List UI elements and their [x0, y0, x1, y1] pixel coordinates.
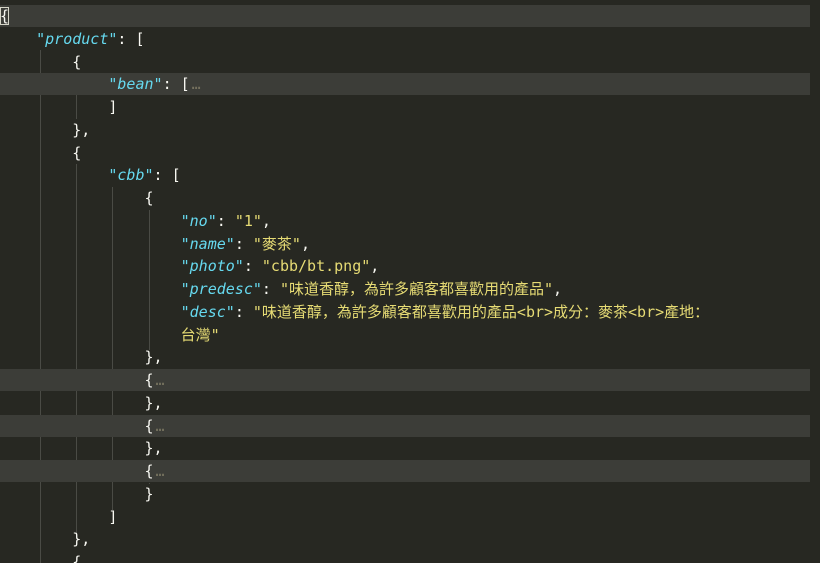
json-punctuation	[0, 75, 108, 93]
json-string: "麥茶"	[252, 234, 301, 253]
code-line[interactable]: },	[0, 119, 810, 141]
fold-marker-icon[interactable]: …	[156, 417, 165, 435]
code-line[interactable]: },	[0, 437, 810, 459]
code-line[interactable]: {	[0, 51, 810, 73]
json-punctuation: ]	[0, 98, 118, 116]
json-punctuation	[0, 257, 181, 275]
json-punctuation: :	[261, 280, 280, 298]
json-punctuation: },	[0, 393, 163, 412]
json-punctuation: {	[0, 416, 154, 435]
code-line[interactable]: },	[0, 392, 810, 414]
json-key: "cbb"	[108, 166, 154, 185]
code-line[interactable]: {…	[0, 460, 810, 482]
json-key: "bean"	[108, 75, 163, 94]
json-punctuation	[0, 30, 36, 48]
code-line[interactable]: {	[0, 551, 810, 563]
json-key: "desc"	[180, 302, 235, 321]
json-punctuation: : [	[153, 166, 181, 185]
fold-marker-icon[interactable]: …	[156, 371, 165, 389]
json-punctuation: ,	[553, 280, 563, 298]
json-punctuation: : [	[162, 75, 190, 94]
json-punctuation	[0, 326, 181, 344]
json-punctuation: {	[0, 7, 10, 25]
json-string: "味道香醇，為許多顧客都喜歡用的產品"	[279, 280, 554, 298]
json-key: "name"	[180, 234, 235, 253]
json-punctuation: :	[234, 302, 253, 321]
json-punctuation: {	[0, 553, 82, 563]
code-line[interactable]: {…	[0, 414, 810, 437]
scrollbar-gutter[interactable]	[810, 0, 820, 563]
code-line[interactable]: },	[0, 346, 810, 368]
json-punctuation	[0, 303, 181, 321]
code-line[interactable]: "bean": […	[0, 73, 810, 96]
json-punctuation: {	[0, 189, 154, 207]
json-punctuation: {	[0, 371, 154, 389]
code-line[interactable]: },	[0, 528, 810, 550]
code-line[interactable]: "predesc": "味道香醇，為許多顧客都喜歡用的產品",	[0, 278, 810, 300]
json-punctuation: {	[0, 52, 82, 71]
json-punctuation: ,	[370, 257, 380, 276]
json-key: "photo"	[180, 257, 244, 276]
code-line[interactable]: {…	[0, 369, 810, 391]
json-punctuation	[0, 235, 181, 253]
json-punctuation: {	[0, 462, 154, 480]
json-punctuation: :	[243, 257, 262, 276]
code-line[interactable]: "photo": "cbb/bt.png",	[0, 255, 810, 277]
json-punctuation: }	[0, 484, 154, 503]
json-punctuation: },	[0, 120, 91, 139]
code-line[interactable]: {	[0, 142, 810, 164]
code-line[interactable]: "cbb": [	[0, 164, 810, 186]
json-string: "1"	[234, 211, 262, 230]
code-line[interactable]: "name": "麥茶",	[0, 233, 810, 255]
code-line[interactable]: "no": "1",	[0, 210, 810, 232]
json-punctuation: :	[216, 211, 235, 230]
json-punctuation: },	[0, 348, 163, 367]
json-string: 台灣"	[180, 325, 220, 344]
code-editor[interactable]: { "product": [ { "bean": [… ] }, { "cbb"…	[0, 0, 820, 563]
json-punctuation: :	[234, 234, 253, 253]
json-key: "no"	[180, 211, 217, 230]
fold-marker-icon[interactable]: …	[156, 462, 165, 480]
json-punctuation	[0, 280, 181, 298]
json-punctuation: ,	[261, 211, 271, 230]
json-punctuation	[0, 212, 181, 230]
code-line[interactable]: {	[0, 5, 810, 27]
json-key: "predesc"	[180, 280, 262, 298]
json-punctuation	[0, 166, 108, 184]
fold-marker-icon[interactable]: …	[192, 75, 201, 93]
code-line[interactable]: "desc": "味道香醇，為許多顧客都喜歡用的產品<br>成分：麥茶<br>產…	[0, 301, 810, 323]
json-string: "cbb/bt.png"	[261, 257, 371, 276]
code-line[interactable]: ]	[0, 96, 810, 118]
code-line[interactable]: {	[0, 187, 810, 209]
json-punctuation: },	[0, 439, 163, 458]
json-key: "product"	[36, 29, 118, 48]
code-line[interactable]: }	[0, 483, 810, 505]
json-punctuation: ]	[0, 507, 118, 526]
json-punctuation: },	[0, 530, 91, 549]
json-punctuation: {	[0, 143, 82, 162]
code-line[interactable]: ]	[0, 506, 810, 528]
code-line[interactable]: "product": [	[0, 28, 810, 50]
code-line[interactable]: 台灣"	[0, 324, 810, 346]
json-string: "味道香醇，為許多顧客都喜歡用的產品<br>成分：麥茶<br>產地：	[252, 302, 710, 321]
json-punctuation: : [	[117, 29, 145, 48]
json-punctuation: ,	[300, 234, 310, 253]
